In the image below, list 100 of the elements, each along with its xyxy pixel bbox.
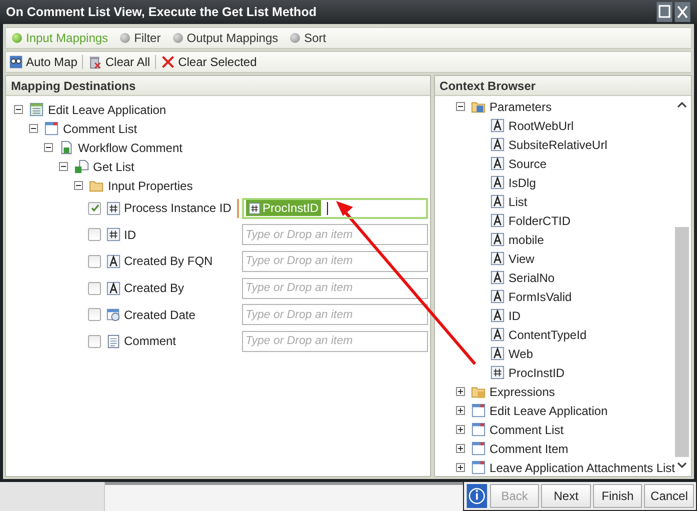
collapse-toggle[interactable] (14, 105, 23, 114)
collapse-toggle[interactable] (59, 162, 68, 171)
window-title: On Comment List View, Execute the Get List Method (6, 5, 316, 19)
document-icon (59, 140, 74, 155)
property-label: Created By (124, 281, 186, 296)
mapping-field[interactable]: Type or Drop an item (242, 224, 428, 246)
text-field-icon (106, 280, 121, 296)
property-label: Created Date (124, 308, 196, 322)
expand-toggle[interactable] (456, 387, 465, 396)
tree-item[interactable]: Input Properties (108, 178, 193, 192)
automap-icon (9, 55, 23, 69)
text-field-icon (490, 308, 505, 323)
tree-item[interactable]: View (508, 252, 534, 266)
text-field-icon (490, 194, 505, 209)
collapse-toggle[interactable] (44, 143, 53, 152)
text-field-icon (490, 213, 505, 228)
tree-item[interactable]: ProcInstID (508, 366, 565, 380)
tree-item[interactable]: Get List (93, 160, 134, 174)
checkbox[interactable] (88, 282, 101, 295)
checkbox[interactable] (88, 228, 101, 242)
close-button[interactable] (674, 2, 691, 22)
tree-item[interactable]: RootWebUrl (508, 118, 574, 132)
tree-item[interactable]: ContentTypeId (508, 328, 587, 342)
info-button[interactable] (466, 484, 488, 508)
calendar-icon (106, 307, 121, 322)
scroll-down-icon[interactable] (677, 461, 687, 469)
expand-toggle[interactable] (456, 444, 465, 453)
collapse-toggle[interactable] (74, 181, 83, 190)
text-field-icon (490, 270, 505, 285)
maximize-button[interactable] (656, 2, 673, 22)
mapping-field[interactable]: Type or Drop an item (242, 304, 428, 326)
tree-item[interactable]: ID (508, 308, 521, 322)
step-tab[interactable]: Filter (120, 31, 161, 45)
text-field-icon (490, 175, 505, 190)
tree-item[interactable]: List (508, 194, 528, 208)
text-field-icon (490, 289, 505, 304)
text-field-icon (490, 232, 505, 247)
number-field-icon (490, 365, 505, 380)
checkbox[interactable] (88, 308, 101, 322)
number-field-icon (106, 200, 121, 216)
scroll-up-icon[interactable] (677, 101, 687, 109)
text-field-icon (490, 251, 505, 266)
scrollbar-thumb[interactable] (675, 226, 689, 457)
toolbar-button[interactable]: Auto Map (9, 55, 78, 69)
checkbox[interactable] (88, 254, 101, 268)
tree-item[interactable]: Comment List (490, 422, 564, 436)
tree-item[interactable]: SerialNo (508, 270, 555, 284)
cross-icon (161, 55, 176, 69)
mapping-field[interactable]: Type or Drop an item (242, 330, 428, 352)
collapse-toggle[interactable] (456, 102, 465, 111)
step-tab[interactable]: Output Mappings (172, 31, 278, 45)
panel-header: Mapping Destinations (6, 76, 430, 96)
property-label: Created By FQN (124, 254, 214, 268)
mapping-field[interactable]: Type or Drop an item (242, 278, 428, 299)
text-field-icon (490, 118, 505, 133)
tree-item[interactable]: Leave Application Attachments List (490, 460, 675, 474)
list-icon (44, 121, 59, 136)
list-icon (470, 441, 486, 456)
collapse-toggle[interactable] (29, 124, 38, 133)
tree-item[interactable]: IsDlg (508, 176, 536, 190)
text-field-icon (106, 254, 121, 269)
expand-toggle[interactable] (456, 463, 465, 472)
tree-item[interactable]: SubsiteRelativeUrl (508, 138, 608, 152)
tree-item[interactable]: mobile (508, 232, 544, 246)
tree-item[interactable]: Edit Leave Application (490, 404, 608, 418)
form-icon (29, 102, 44, 117)
checkbox[interactable] (88, 334, 101, 348)
wizard-button[interactable]: Finish (592, 484, 642, 508)
wizard-button[interactable]: Cancel (644, 484, 694, 508)
text-field-icon (490, 327, 505, 342)
tree-item[interactable]: FolderCTID (508, 214, 571, 228)
trash-icon (88, 55, 102, 69)
expand-toggle[interactable] (456, 406, 465, 415)
tree-item[interactable]: Expressions (490, 384, 555, 398)
list-icon (470, 403, 486, 418)
text-field-icon (490, 156, 505, 171)
toolbar-button[interactable]: Clear Selected (161, 55, 257, 69)
tree-item[interactable]: Web (508, 346, 534, 360)
number-field-icon (106, 227, 121, 242)
note-icon (106, 334, 121, 349)
checkbox[interactable] (88, 202, 101, 215)
tree-item[interactable]: Source (508, 156, 547, 170)
tree-item[interactable]: Comment Item (490, 442, 568, 456)
list-icon (470, 422, 486, 437)
number-field-icon (248, 202, 261, 215)
wizard-button[interactable]: Next (541, 484, 591, 508)
tree-item[interactable]: FormIsValid (508, 290, 572, 304)
tree-item[interactable]: Workflow Comment (78, 140, 182, 154)
panel-header: Context Browser (434, 76, 691, 96)
tree-item[interactable]: Comment List (63, 122, 138, 136)
expand-toggle[interactable] (456, 425, 465, 434)
mapping-field[interactable]: Type or Drop an item (242, 250, 428, 272)
tree-item[interactable]: Edit Leave Application (48, 102, 166, 116)
toolbar-button[interactable]: Clear All (88, 55, 150, 69)
text-field-icon (490, 346, 505, 361)
tree-item[interactable]: Parameters (490, 100, 552, 114)
property-label: ID (124, 228, 137, 242)
method-icon (74, 159, 89, 174)
step-tab[interactable]: Sort (290, 31, 326, 45)
property-label: Comment (124, 334, 178, 348)
